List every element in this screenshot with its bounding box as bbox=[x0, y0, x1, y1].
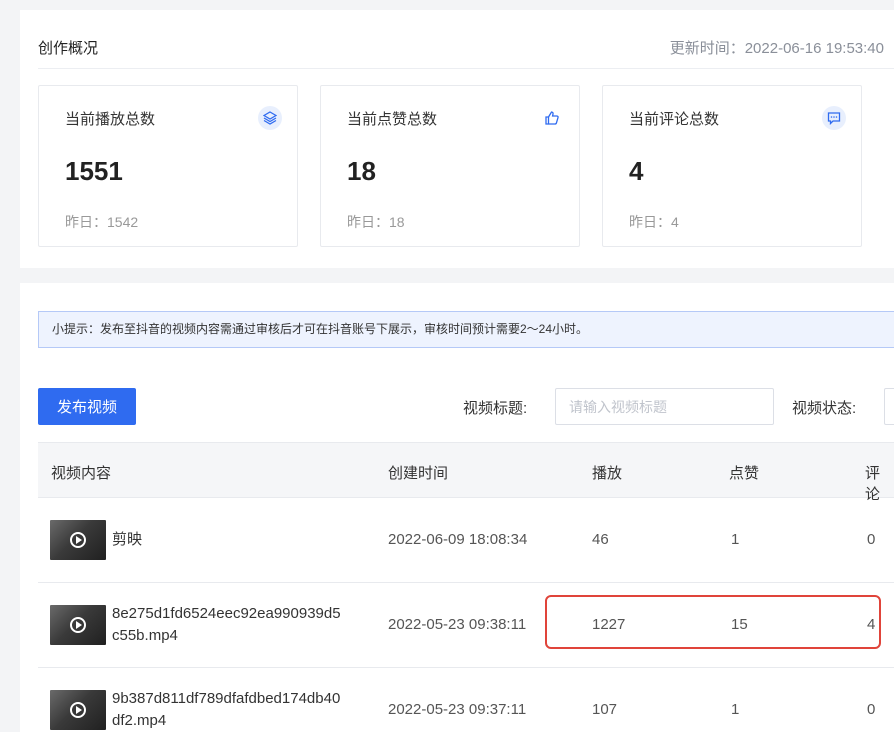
video-name[interactable]: 剪映 bbox=[112, 529, 382, 551]
likes-count: 15 bbox=[731, 616, 748, 633]
created-time: 2022-05-23 09:37:11 bbox=[388, 701, 527, 718]
overview-panel: 创作概况 更新时间：2022-06-16 19:53:40 当前播放总数 155… bbox=[20, 10, 894, 268]
table-row[interactable]: 8e275d1fd6524eec92ea990939d5 c55b.mp4 20… bbox=[38, 583, 894, 668]
stat-card-likes: 当前点赞总数 18 昨日：18 bbox=[320, 85, 580, 247]
overview-title: 创作概况 bbox=[38, 40, 99, 57]
stat-yesterday: 昨日：1542 bbox=[65, 214, 139, 230]
publish-video-button[interactable]: 发布视频 bbox=[38, 388, 136, 425]
video-name[interactable]: 9b387d811df789dfafdbed174db40 df2.mp4 bbox=[112, 688, 382, 732]
video-list-panel: 小提示：发布至抖音的视频内容需通过审核后才可在抖音账号下展示，审核时间预计需要2… bbox=[20, 283, 894, 732]
header-video-content: 视频内容 bbox=[51, 465, 112, 482]
video-name-line: c55b.mp4 bbox=[112, 627, 178, 644]
comment-icon bbox=[822, 106, 846, 130]
stat-label: 当前点赞总数 bbox=[347, 111, 438, 128]
video-table: 视频内容 创建时间 播放 点赞 评论 剪映 2022-06-09 18:08:3… bbox=[38, 442, 894, 732]
tip-bar: 小提示：发布至抖音的视频内容需通过审核后才可在抖音账号下展示，审核时间预计需要2… bbox=[38, 311, 894, 348]
comments-count: 0 bbox=[867, 701, 876, 718]
created-time: 2022-05-23 09:38:11 bbox=[388, 616, 527, 633]
stat-yesterday: 昨日：4 bbox=[629, 214, 679, 230]
update-time: 更新时间：2022-06-16 19:53:40 bbox=[669, 40, 884, 57]
comments-count: 4 bbox=[867, 616, 876, 633]
plays-count: 1227 bbox=[592, 616, 626, 633]
table-row[interactable]: 剪映 2022-06-09 18:08:34 46 1 0 bbox=[38, 498, 894, 583]
video-thumbnail[interactable] bbox=[50, 690, 106, 730]
video-thumbnail[interactable] bbox=[50, 605, 106, 645]
video-title-input[interactable] bbox=[555, 388, 774, 425]
overview-header: 创作概况 更新时间：2022-06-16 19:53:40 bbox=[38, 10, 894, 69]
header-likes: 点赞 bbox=[729, 465, 760, 482]
stat-value: 1551 bbox=[65, 156, 123, 186]
comments-count: 0 bbox=[867, 531, 876, 548]
video-name[interactable]: 8e275d1fd6524eec92ea990939d5 c55b.mp4 bbox=[112, 603, 382, 647]
header-created-time: 创建时间 bbox=[388, 465, 449, 482]
plays-count: 46 bbox=[592, 531, 609, 548]
layers-icon bbox=[258, 106, 282, 130]
table-header: 视频内容 创建时间 播放 点赞 评论 bbox=[38, 442, 894, 503]
header-plays: 播放 bbox=[592, 465, 623, 482]
thumbs-up-icon bbox=[540, 106, 564, 130]
title-filter-label: 视频标题: bbox=[463, 400, 528, 417]
stat-value: 18 bbox=[347, 156, 376, 186]
video-name-line: df2.mp4 bbox=[112, 712, 167, 729]
video-thumbnail[interactable] bbox=[50, 520, 106, 560]
stat-label: 当前播放总数 bbox=[65, 111, 156, 128]
play-icon[interactable] bbox=[70, 532, 86, 548]
stat-card-comments: 当前评论总数 4 昨日：4 bbox=[602, 85, 862, 247]
video-name-line: 8e275d1fd6524eec92ea990939d5 bbox=[112, 605, 341, 622]
plays-count: 107 bbox=[592, 701, 618, 718]
likes-count: 1 bbox=[731, 701, 740, 718]
likes-count: 1 bbox=[731, 531, 740, 548]
created-time: 2022-06-09 18:08:34 bbox=[388, 531, 528, 548]
stat-card-plays: 当前播放总数 1551 昨日：1542 bbox=[38, 85, 298, 247]
video-status-select[interactable] bbox=[884, 388, 894, 425]
stat-yesterday: 昨日：18 bbox=[347, 214, 405, 230]
status-filter-label: 视频状态: bbox=[792, 400, 857, 417]
video-name-line: 9b387d811df789dfafdbed174db40 bbox=[112, 690, 341, 707]
play-icon[interactable] bbox=[70, 617, 86, 633]
stat-label: 当前评论总数 bbox=[629, 111, 720, 128]
table-row[interactable]: 9b387d811df789dfafdbed174db40 df2.mp4 20… bbox=[38, 668, 894, 732]
play-icon[interactable] bbox=[70, 702, 86, 718]
stat-value: 4 bbox=[629, 156, 644, 186]
